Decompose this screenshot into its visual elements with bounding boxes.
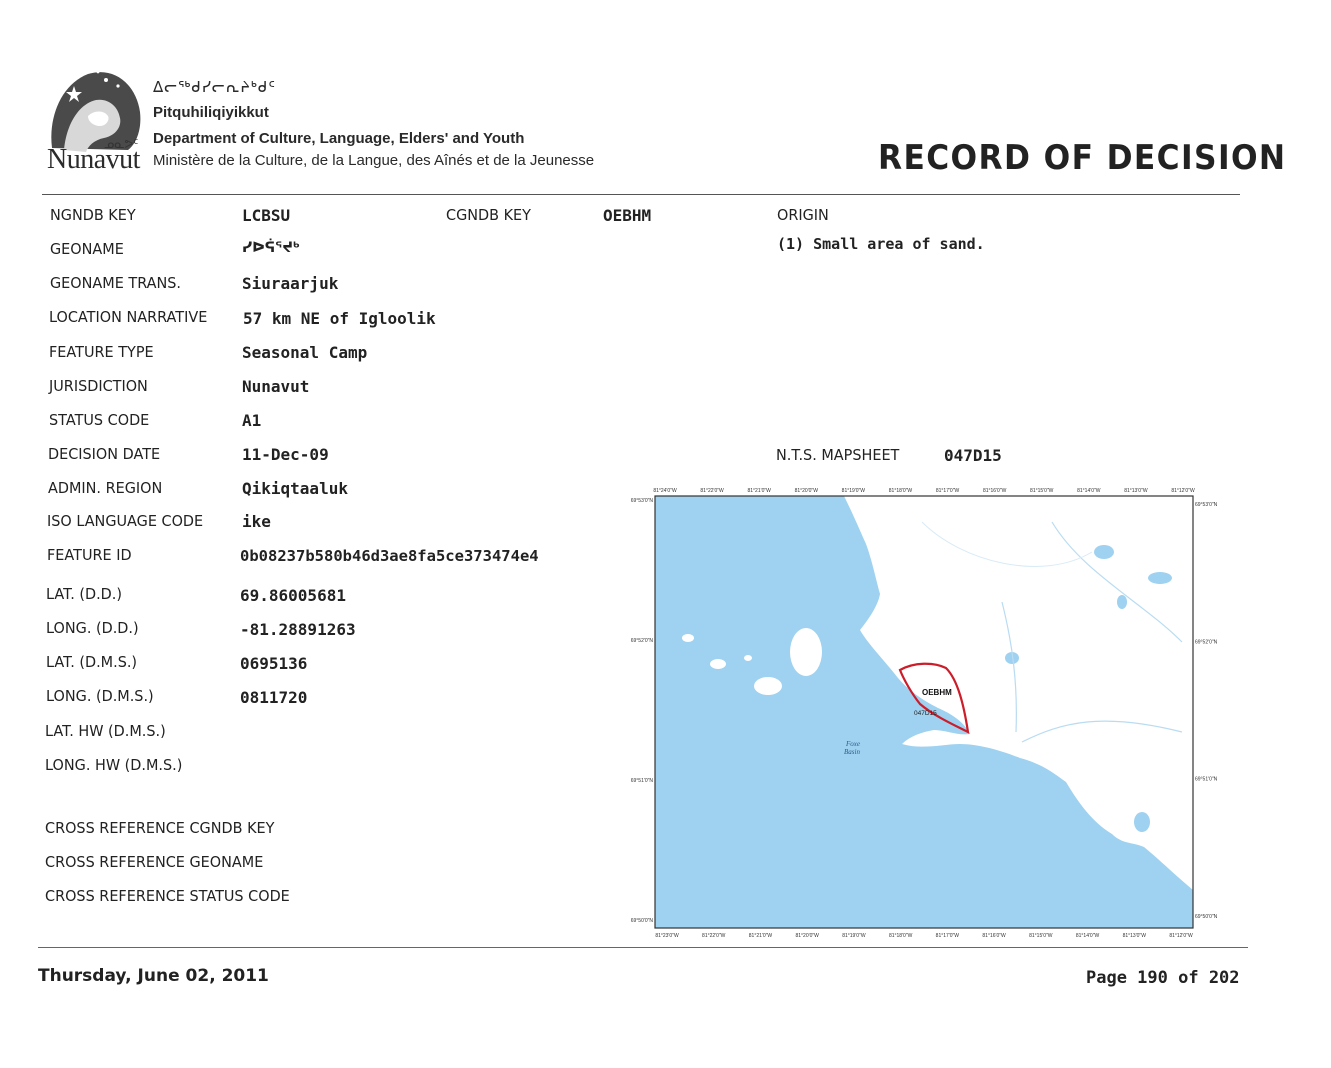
cgndb-key-value: OEBHM	[603, 206, 652, 225]
map-left-tick-label: 69°51'0"N	[631, 778, 654, 784]
long-dd-value: -81.28891263	[240, 620, 356, 639]
map-top-tick-label: 81°22'0"W	[700, 488, 724, 494]
ngndb-key-value: LCBSU	[242, 206, 291, 225]
map-island-4	[682, 634, 694, 642]
map-top-tick-label: 81°20'0"W	[795, 488, 819, 494]
department-english: Department of Culture, Language, Elders'…	[153, 130, 525, 147]
location-map: OEBHM 047D15 Foxe Basin 81°24'0"W 81°22'0…	[622, 482, 1228, 942]
map-island-3	[710, 659, 726, 669]
map-right-tick-label: 69°53'0"N	[1195, 502, 1218, 508]
map-left-tick-label: 69°52'0"N	[631, 638, 654, 644]
map-left-tick-label: 69°50'0"N	[631, 918, 654, 924]
map-sheet-label: 047D15	[914, 710, 937, 717]
map-bottom-tick-label: 81°14'0"W	[1076, 933, 1100, 939]
map-bottom-tick-label: 81°21'0"W	[749, 933, 773, 939]
map-bottom-tick-label: 81°17'0"W	[936, 933, 960, 939]
map-island-5	[744, 655, 752, 661]
admin-region-label: ADMIN. REGION	[48, 479, 163, 497]
decision-date-label: DECISION DATE	[48, 445, 161, 463]
iso-language-code-label: ISO LANGUAGE CODE	[47, 512, 204, 530]
lat-hw-label: LAT. HW (D.M.S.)	[45, 722, 166, 740]
lat-dms-label: LAT. (D.M.S.)	[46, 653, 138, 671]
map-top-tick-label: 81°13'0"W	[1124, 488, 1148, 494]
geoname-trans-value: Siuraarjuk	[242, 274, 339, 293]
admin-region-value: Qikiqtaaluk	[242, 479, 348, 498]
map-top-tick-label: 81°21'0"W	[748, 488, 772, 494]
geoname-trans-label: GEONAME TRANS.	[50, 274, 182, 292]
map-bottom-tick-label: 81°19'0"W	[842, 933, 866, 939]
header-divider	[42, 194, 1240, 195]
map-bottom-tick-label: 81°12'0"W	[1169, 933, 1193, 939]
long-dd-label: LONG. (D.D.)	[46, 619, 139, 637]
map-bottom-tick-label: 81°15'0"W	[1029, 933, 1053, 939]
geoname-label: GEONAME	[50, 240, 124, 258]
map-top-tick-label: 81°15'0"W	[1030, 488, 1054, 494]
map-lake-4	[1117, 595, 1127, 609]
map-right-tick-label: 69°52'0"N	[1195, 639, 1218, 645]
origin-label: ORIGIN	[777, 206, 829, 224]
map-top-tick-label: 81°24'0"W	[653, 488, 677, 494]
map-lake-1	[1094, 545, 1114, 559]
feature-type-value: Seasonal Camp	[242, 343, 368, 362]
document-title: RECORD OF DECISION	[878, 138, 1287, 178]
map-top-tick-label: 81°16'0"W	[983, 488, 1007, 494]
feature-id-label: FEATURE ID	[47, 546, 132, 564]
long-hw-label: LONG. HW (D.M.S.)	[45, 756, 183, 774]
status-code-label: STATUS CODE	[49, 411, 150, 429]
xref-geoname-label: CROSS REFERENCE GEONAME	[45, 853, 264, 871]
map-bottom-tick-label: 81°22'0"W	[702, 933, 726, 939]
map-bottom-tick-label: 81°13'0"W	[1123, 933, 1147, 939]
map-feature-label: OEBHM	[922, 688, 952, 697]
map-water-label-1: Foxe	[845, 740, 860, 748]
map-island-1	[790, 628, 822, 676]
iso-language-code-value: ike	[242, 512, 271, 531]
lat-dd-label: LAT. (D.D.)	[46, 585, 122, 603]
origin-value: (1) Small area of sand.	[777, 235, 985, 253]
status-code-value: A1	[242, 411, 262, 430]
ngndb-key-label: NGNDB KEY	[50, 206, 136, 224]
map-lake-3	[1134, 812, 1150, 832]
long-dms-label: LONG. (D.M.S.)	[46, 687, 154, 705]
decision-date-value: 11-Dec-09	[242, 445, 329, 464]
jurisdiction-label: JURISDICTION	[49, 377, 148, 395]
nts-mapsheet-value: 047D15	[944, 446, 1002, 465]
map-lake-2	[1148, 572, 1172, 584]
map-bottom-tick-label: 81°16'0"W	[982, 933, 1006, 939]
lat-dd-value: 69.86005681	[240, 586, 346, 605]
map-right-tick-label: 69°50'0"N	[1195, 914, 1218, 920]
syllabics-department-title: ᐃᓕᖅᑯᓯᓕᕆᔨᒃᑯᑦ	[153, 79, 276, 96]
map-top-tick-label: 81°19'0"W	[842, 488, 866, 494]
map-top-tick-label: 81°14'0"W	[1077, 488, 1101, 494]
footer-divider	[38, 947, 1248, 948]
long-dms-value: 0811720	[240, 688, 308, 707]
footer-date: Thursday, June 02, 2011	[38, 966, 269, 986]
map-bottom-tick-label: 81°20'0"W	[796, 933, 820, 939]
department-french: Ministère de la Culture, de la Langue, d…	[153, 152, 595, 169]
map-top-tick-label: 81°17'0"W	[936, 488, 960, 494]
lat-dms-value: 0695136	[240, 654, 308, 673]
map-top-tick-label: 81°18'0"W	[889, 488, 913, 494]
location-narrative-label: LOCATION NARRATIVE	[49, 308, 208, 326]
location-narrative-value: 57 km NE of Igloolik	[243, 309, 436, 328]
map-water-label-2: Basin	[844, 748, 860, 756]
feature-type-label: FEATURE TYPE	[49, 343, 154, 361]
department-inuktitut: Pitquhiliqiyikkut	[153, 104, 269, 121]
nts-mapsheet-label: N.T.S. MAPSHEET	[776, 446, 900, 464]
xref-status-code-label: CROSS REFERENCE STATUS CODE	[45, 887, 290, 905]
cgndb-key-label: CGNDB KEY	[446, 206, 531, 224]
jurisdiction-value: Nunavut	[242, 377, 310, 396]
map-island-2	[754, 677, 782, 695]
map-bottom-tick-label: 81°18'0"W	[889, 933, 913, 939]
feature-id-value: 0b08237b580b46d3ae8fa5ce373474e4	[240, 547, 539, 565]
footer-page-number: Page 190 of 202	[1086, 968, 1240, 988]
geoname-value: ᓯᐅᕌᕐᔪᒃ	[242, 240, 300, 256]
map-left-tick-label: 69°53'0"N	[631, 498, 654, 504]
map-bottom-tick-label: 81°23'0"W	[655, 933, 679, 939]
xref-cgndb-key-label: CROSS REFERENCE CGNDB KEY	[45, 819, 275, 837]
logo-wordmark: Nunavut	[47, 144, 140, 175]
map-top-tick-label: 81°12'0"W	[1171, 488, 1195, 494]
map-right-tick-label: 69°51'0"N	[1195, 777, 1218, 783]
